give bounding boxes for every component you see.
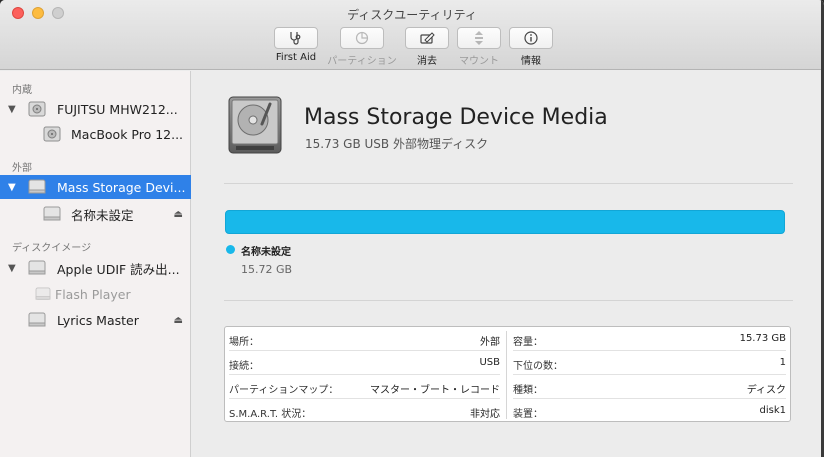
info-row: 場所： 外部: [229, 327, 500, 351]
partition-button[interactable]: [340, 27, 384, 49]
erase-button[interactable]: [405, 27, 449, 49]
sidebar-item-label: FUJITSU MHW212...: [57, 101, 178, 117]
external-disk-icon: [43, 206, 61, 221]
info-label: 情報: [521, 56, 541, 67]
sidebar: 内蔵 ▼ FUJITSU MHW212... MacBook Pro 12...…: [0, 71, 191, 457]
sidebar-item-label: Lyrics Master: [57, 312, 139, 328]
legend-volume-name: 名称未設定: [241, 247, 291, 258]
info-column-divider: [506, 331, 507, 419]
mount-label: マウント: [459, 56, 499, 67]
info-tool[interactable]: 情報: [508, 27, 554, 67]
info-value: 非対応: [470, 409, 500, 420]
erase-disk-icon: [420, 32, 435, 44]
window-title: ディスクユーティリティ: [347, 8, 477, 22]
info-key: 下位の数：: [513, 361, 563, 372]
sidebar-item-label: 名称未設定: [71, 207, 134, 223]
external-disk-icon: [28, 260, 46, 275]
main-panel: Mass Storage Device Media 15.73 GB USB 外…: [192, 71, 824, 457]
disk-utility-window: ディスクユーティリティ First Aid パーティション 消去 マウント 情報…: [0, 0, 824, 457]
eject-icon[interactable]: ⏏: [174, 315, 183, 326]
info-key: 場所：: [229, 337, 259, 348]
legend-color-dot: [226, 245, 235, 254]
info-key: パーティションマップ：: [229, 385, 339, 396]
pie-chart-icon: [355, 31, 369, 45]
info-value: 1: [779, 357, 786, 368]
device-title: Mass Storage Device Media: [304, 105, 608, 130]
first-aid-label: First Aid: [275, 52, 317, 63]
partition-label: パーティション: [327, 56, 397, 67]
info-value: マスター・ブート・レコード: [370, 385, 500, 396]
sidebar-item-mass-storage[interactable]: ▼ Mass Storage Devi...: [0, 175, 191, 199]
info-row: 容量： 15.73 GB: [513, 327, 786, 351]
sidebar-item-untitled-volume[interactable]: 名称未設定 ⏏: [0, 202, 191, 226]
info-value: USB: [479, 357, 500, 368]
disclosure-triangle-icon[interactable]: ▼: [8, 263, 16, 274]
external-disk-icon: [28, 312, 46, 327]
hard-disk-icon: [43, 126, 61, 142]
info-column-right: 容量： 15.73 GB 下位の数： 1 種類： ディスク 装置： disk1: [509, 327, 790, 423]
external-disk-icon: [35, 287, 51, 300]
info-row: 下位の数： 1: [513, 351, 786, 375]
partition-tool[interactable]: パーティション: [327, 27, 397, 67]
titlebar-toolbar: ディスクユーティリティ First Aid パーティション 消去 マウント 情報: [0, 0, 824, 70]
eject-icon[interactable]: ⏏: [174, 209, 183, 220]
sidebar-item-label: Flash Player: [55, 286, 131, 302]
hard-disk-icon: [228, 96, 282, 154]
sidebar-item-label: Mass Storage Devi...: [57, 179, 186, 195]
first-aid-button[interactable]: [274, 27, 318, 49]
erase-tool[interactable]: 消去: [404, 27, 450, 67]
sidebar-section-internal: 内蔵: [12, 85, 32, 96]
info-key: S.M.A.R.T. 状況：: [229, 409, 312, 420]
info-key: 接続：: [229, 361, 259, 372]
device-subtitle: 15.73 GB USB 外部物理ディスク: [305, 137, 489, 151]
sidebar-item-fujitsu[interactable]: ▼ FUJITSU MHW212...: [0, 97, 191, 121]
info-row: S.M.A.R.T. 状況： 非対応: [229, 399, 500, 423]
hard-disk-icon: [28, 101, 46, 117]
mount-tool[interactable]: マウント: [456, 27, 502, 67]
sidebar-item-apple-udif[interactable]: ▼ Apple UDIF 読み出...: [0, 256, 191, 280]
mount-arrows-icon: [475, 31, 483, 45]
sidebar-item-label: MacBook Pro 12...: [71, 126, 184, 142]
erase-label: 消去: [417, 56, 437, 67]
divider: [224, 300, 793, 301]
sidebar-item-flash-player[interactable]: Flash Player: [0, 282, 191, 306]
info-value: 外部: [480, 337, 500, 348]
info-row: パーティションマップ： マスター・ブート・レコード: [229, 375, 500, 399]
stethoscope-icon: [290, 32, 301, 45]
mount-button[interactable]: [457, 27, 501, 49]
first-aid-tool[interactable]: First Aid: [273, 27, 319, 63]
sidebar-section-disk-images: ディスクイメージ: [12, 243, 92, 254]
info-row: 接続： USB: [229, 351, 500, 375]
sidebar-item-label: Apple UDIF 読み出...: [57, 261, 180, 277]
info-row: 装置： disk1: [513, 399, 786, 423]
info-key: 装置：: [513, 409, 543, 420]
external-disk-icon: [28, 179, 46, 194]
info-value: ディスク: [746, 385, 786, 396]
info-row: 種類： ディスク: [513, 375, 786, 399]
info-button[interactable]: [509, 27, 553, 49]
disclosure-triangle-icon[interactable]: ▼: [8, 182, 16, 193]
usage-bar: [225, 210, 785, 234]
divider: [224, 183, 793, 184]
disclosure-triangle-icon[interactable]: ▼: [8, 104, 16, 115]
legend-volume-size: 15.72 GB: [241, 263, 293, 276]
info-column-left: 場所： 外部 接続： USB パーティションマップ： マスター・ブート・レコード…: [225, 327, 504, 423]
info-key: 容量：: [513, 337, 543, 348]
info-key: 種類：: [513, 385, 543, 396]
sidebar-item-macbook-volume[interactable]: MacBook Pro 12...: [0, 122, 191, 146]
info-table: 場所： 外部 接続： USB パーティションマップ： マスター・ブート・レコード…: [224, 326, 791, 422]
sidebar-item-lyrics-master[interactable]: Lyrics Master ⏏: [0, 308, 191, 332]
info-value: 15.73 GB: [739, 333, 786, 344]
info-value: disk1: [759, 405, 787, 416]
sidebar-section-external: 外部: [12, 163, 32, 174]
info-icon: [524, 31, 538, 45]
